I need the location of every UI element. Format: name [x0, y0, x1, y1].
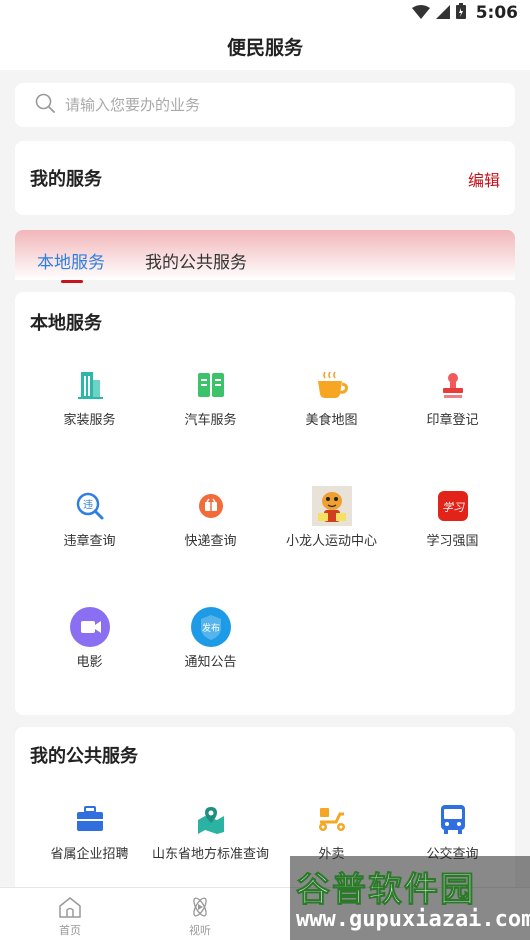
- briefcase-icon: [70, 799, 110, 839]
- nav-label: 首页: [59, 924, 81, 937]
- announcement-shield-icon: 发布: [190, 607, 231, 647]
- active-tab-indicator: [61, 280, 83, 283]
- service-item-takeaway[interactable]: 外卖: [271, 799, 392, 862]
- scooter-icon: [312, 799, 352, 839]
- svg-text:学习: 学习: [442, 501, 465, 514]
- service-item-home-decoration[interactable]: 家装服务: [29, 365, 150, 428]
- service-label: 快递查询: [184, 534, 237, 549]
- service-item-bus-query[interactable]: 公交查询: [392, 799, 513, 862]
- bus-icon: [433, 799, 473, 839]
- home-icon: [58, 897, 82, 922]
- nav-item-home[interactable]: 首页: [40, 896, 100, 938]
- public-services-title: 我的公共服务: [30, 746, 138, 767]
- book-icon: [191, 365, 231, 405]
- service-label: 电影: [76, 655, 103, 670]
- battery-icon: [455, 3, 466, 23]
- local-services-title: 本地服务: [30, 313, 102, 334]
- service-item-food-map[interactable]: 美食地图: [271, 365, 392, 428]
- nav-item-audiovisual[interactable]: 视听: [170, 896, 230, 938]
- tab-public-services[interactable]: 我的公共服务: [145, 248, 247, 273]
- service-item-express-query[interactable]: 快递查询: [150, 486, 271, 549]
- service-tabs: 本地服务 我的公共服务: [15, 230, 515, 283]
- service-item-local-standard-query[interactable]: 山东省地方标准查询: [150, 799, 271, 862]
- edit-button[interactable]: 编辑: [468, 167, 500, 191]
- my-services-card: 我的服务 编辑: [15, 141, 515, 215]
- coffee-cup-icon: [312, 365, 352, 405]
- local-services-card: 本地服务 家装服务 汽车服务 美食地图 印章登记 违 违章查询 快递查询 小龙人…: [15, 292, 515, 715]
- search-input[interactable]: [65, 96, 465, 114]
- status-icons: 5:06: [411, 3, 518, 23]
- violation-search-icon: 违: [70, 486, 110, 526]
- my-services-title: 我的服务: [30, 169, 102, 190]
- status-time: 5:06: [475, 3, 518, 23]
- service-item-car[interactable]: 汽车服务: [150, 365, 271, 428]
- status-bar: 5:06: [0, 0, 530, 28]
- svg-text:发布: 发布: [201, 622, 219, 634]
- xuexi-app-icon: 学习: [433, 486, 473, 526]
- search-icon: [35, 93, 55, 117]
- service-item-seal-registration[interactable]: 印章登记: [392, 365, 513, 428]
- watermark-overlay: 谷普软件园 www.gupuxiazai.com: [290, 856, 530, 940]
- watermark-title: 谷普软件园: [296, 870, 476, 911]
- stamp-icon: [433, 365, 473, 405]
- service-item-xuexi-qiangguo[interactable]: 学习 学习强国: [392, 486, 513, 549]
- service-item-movie[interactable]: 电影: [29, 607, 150, 670]
- service-item-xiaolongren-sports[interactable]: 小龙人运动中心: [271, 486, 392, 549]
- wifi-icon: [411, 4, 430, 23]
- service-label: 省属企业招聘: [50, 847, 129, 862]
- tiger-photo-icon: [311, 486, 352, 526]
- map-pin-icon: [191, 799, 231, 839]
- atom-play-icon: [188, 897, 212, 922]
- page-title: 便民服务: [226, 37, 303, 59]
- svg-text:违: 违: [83, 499, 93, 511]
- watermark-url: www.gupuxiazai.com: [296, 907, 530, 932]
- service-label: 小龙人运动中心: [285, 534, 377, 549]
- service-item-violation-query[interactable]: 违 违章查询: [29, 486, 150, 549]
- nav-label: 视听: [189, 924, 211, 937]
- building-icon: [70, 365, 110, 405]
- express-package-icon: [191, 486, 231, 526]
- cell-signal-icon: [435, 4, 450, 23]
- title-bar: 便民服务: [0, 28, 530, 70]
- service-item-enterprise-recruitment[interactable]: 省属企业招聘: [29, 799, 150, 862]
- service-label: 山东省地方标准查询: [151, 847, 269, 862]
- service-label: 美食地图: [305, 413, 358, 428]
- service-label: 学习强国: [426, 534, 479, 549]
- service-label: 印章登记: [426, 413, 479, 428]
- video-camera-icon: [69, 607, 110, 647]
- service-label: 通知公告: [184, 655, 237, 670]
- service-item-notices[interactable]: 发布 通知公告: [150, 607, 271, 670]
- tab-local-services[interactable]: 本地服务: [37, 248, 105, 273]
- service-label: 汽车服务: [184, 413, 237, 428]
- service-label: 家装服务: [63, 413, 116, 428]
- search-bar[interactable]: [15, 83, 515, 127]
- service-label: 违章查询: [63, 534, 116, 549]
